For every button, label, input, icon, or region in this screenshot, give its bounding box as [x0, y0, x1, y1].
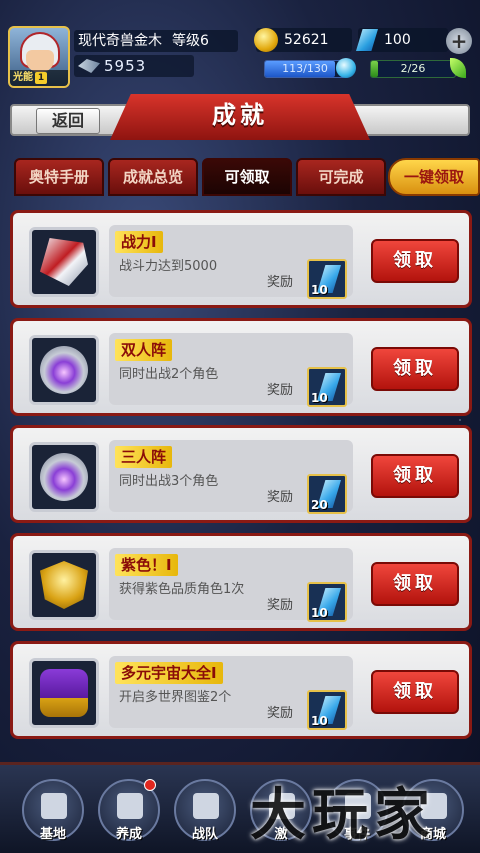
tab-ultra-handbook[interactable]: 奥特手册 — [14, 158, 104, 196]
player-name-box: 现代奇兽金木 等级6 — [74, 30, 238, 52]
power-display: 5953 — [74, 55, 194, 77]
shield-icon — [40, 238, 88, 286]
medal-icon — [40, 561, 88, 609]
achievement-info: 紫色！I 获得紫色品质角色1次 奖励 10 — [109, 548, 353, 622]
reward-item[interactable]: 10 — [307, 690, 347, 730]
claim-button[interactable]: 领取 — [371, 562, 459, 606]
reward-label: 奖励 — [267, 383, 294, 398]
achievement-icon-frame — [29, 335, 99, 405]
achievement-info: 三人阵 同时出战3个角色 奖励 20 — [109, 440, 353, 514]
achievement-desc: 战斗力达到5000 — [119, 259, 218, 274]
avatar-badge-label: 光能 — [13, 72, 33, 83]
achievement-title: 多元宇宙大全I — [115, 662, 223, 684]
claim-button[interactable]: 领取 — [371, 239, 459, 283]
back-button[interactable]: 返回 — [36, 108, 100, 134]
cards-icon — [193, 793, 219, 819]
diamond-icon — [356, 29, 378, 51]
achievement-title: 战力I — [115, 231, 163, 253]
reward-count: 10 — [311, 714, 328, 728]
achievement-info: 双人阵 同时出战2个角色 奖励 10 — [109, 333, 353, 407]
reward-count: 20 — [311, 498, 328, 512]
achievement-icon-frame — [29, 658, 99, 728]
achievement-icon-frame — [29, 442, 99, 512]
nav-label: 养成 — [115, 827, 142, 842]
achievement-card: 紫色！I 获得紫色品质角色1次 奖励 10 领取 — [10, 533, 472, 631]
power-value: 5953 — [104, 57, 147, 75]
watermark: 大玩家 — [250, 782, 436, 848]
tab-bar: 奥特手册 成就总览 可领取 可完成 一键领取 — [14, 156, 480, 200]
reward-item[interactable]: 20 — [307, 474, 347, 514]
nav-label: 基地 — [39, 827, 66, 842]
avatar[interactable]: 光能 1 — [8, 26, 70, 88]
base-icon — [41, 793, 67, 819]
face-icon — [26, 50, 54, 72]
achievement-info: 战力I 战斗力达到5000 奖励 10 — [109, 225, 353, 299]
nav-team[interactable]: 战队 — [174, 779, 236, 842]
achievement-info: 多元宇宙大全I 开启多世界图鉴2个 奖励 10 — [109, 656, 353, 730]
nav-base[interactable]: 基地 — [22, 779, 84, 842]
reward-item[interactable]: 10 — [307, 259, 347, 299]
reward-count: 10 — [311, 283, 328, 297]
energy-orb-icon[interactable] — [336, 58, 356, 78]
claim-button[interactable]: 领取 — [371, 347, 459, 391]
add-currency-button[interactable]: + — [446, 28, 472, 54]
avatar-badge: 光能 1 — [10, 70, 68, 86]
stamina-bar: 2/26 — [370, 60, 456, 78]
tab-claimable[interactable]: 可领取 — [202, 158, 292, 196]
achievement-card: 双人阵 同时出战2个角色 奖励 10 领取 — [10, 318, 472, 416]
player-level: 等级6 — [172, 33, 209, 49]
achievement-title: 紫色！I — [115, 554, 178, 576]
page-title: 成就 — [212, 101, 268, 129]
tab-overview[interactable]: 成就总览 — [108, 158, 198, 196]
book-icon — [40, 669, 88, 717]
claim-button[interactable]: 领取 — [371, 670, 459, 714]
energy-value: 113/130 — [282, 62, 328, 75]
trophy-icon — [117, 793, 143, 819]
player-name: 现代奇兽金木 — [78, 33, 162, 49]
diamond-counter: 100 — [356, 28, 448, 52]
achievement-card: 多元宇宙大全I 开启多世界图鉴2个 奖励 10 领取 — [10, 641, 472, 739]
reward-label: 奖励 — [267, 490, 294, 505]
avatar-badge-level: 1 — [35, 72, 47, 84]
achievement-icon-frame — [29, 227, 99, 297]
claim-button[interactable]: 领取 — [371, 454, 459, 498]
fist-icon — [40, 346, 88, 394]
nav-label: 战队 — [191, 827, 218, 842]
tab-completable[interactable]: 可完成 — [296, 158, 386, 196]
fist-icon — [40, 453, 88, 501]
top-status-bar: 光能 1 现代奇兽金木 等级6 5953 52621 100 + 113/130 2… — [0, 0, 480, 90]
nav-develop[interactable]: 养成 — [98, 779, 160, 842]
reward-count: 10 — [311, 606, 328, 620]
achievement-desc: 开启多世界图鉴2个 — [119, 690, 232, 705]
achievement-icon-frame — [29, 550, 99, 620]
reward-item[interactable]: 10 — [307, 367, 347, 407]
reward-label: 奖励 — [267, 275, 294, 290]
notification-dot — [144, 779, 156, 791]
reward-count: 10 — [311, 391, 328, 405]
wing-icon — [78, 59, 100, 73]
achievement-desc: 获得紫色品质角色1次 — [119, 582, 245, 597]
achievement-title: 三人阵 — [115, 446, 173, 468]
energy-bar: 113/130 — [264, 60, 346, 78]
gold-value: 52621 — [284, 32, 329, 48]
reward-label: 奖励 — [267, 598, 294, 613]
claim-all-button[interactable]: 一键领取 — [388, 158, 480, 196]
stamina-value: 2/26 — [400, 62, 426, 75]
achievement-card: 三人阵 同时出战3个角色 奖励 20 领取 — [10, 425, 472, 523]
achievement-desc: 同时出战2个角色 — [119, 367, 219, 382]
achievement-desc: 同时出战3个角色 — [119, 474, 219, 489]
gold-counter: 52621 — [254, 28, 352, 52]
coin-icon — [254, 28, 278, 52]
achievement-card: 战力I 战斗力达到5000 奖励 10 领取 — [10, 210, 472, 308]
reward-label: 奖励 — [267, 706, 294, 721]
achievement-title: 双人阵 — [115, 339, 173, 361]
reward-item[interactable]: 10 — [307, 582, 347, 622]
diamond-value: 100 — [384, 32, 411, 48]
